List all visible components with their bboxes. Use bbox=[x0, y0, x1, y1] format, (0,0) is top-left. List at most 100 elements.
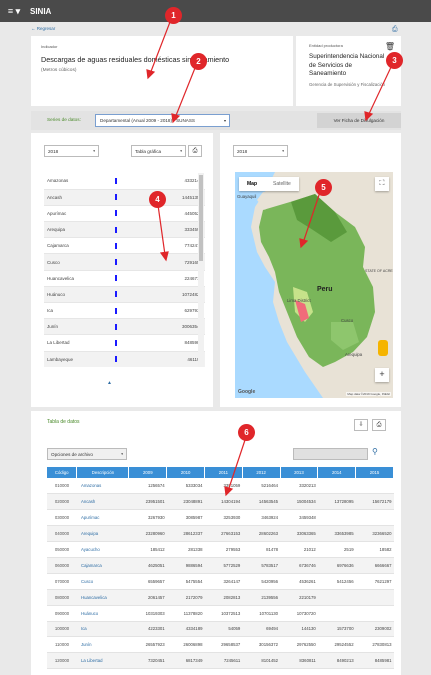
fullscreen-icon[interactable]: ⛶ bbox=[375, 177, 389, 191]
series-selected-text: Departamental (Anual 2009 - 2018) - SUNA… bbox=[100, 118, 195, 123]
cell-description[interactable]: Ayacucho bbox=[76, 541, 129, 558]
scrollbar[interactable] bbox=[198, 173, 204, 367]
column-header[interactable]: Descripción bbox=[76, 467, 130, 478]
cell-value: 23048891 bbox=[166, 493, 205, 511]
dept-name: Huancavelica bbox=[44, 270, 112, 287]
dept-row[interactable]: Arequipa 3334596 bbox=[44, 221, 205, 239]
dept-row[interactable]: Ancash 14451351 bbox=[44, 189, 205, 206]
column-header[interactable]: 2011 bbox=[204, 467, 243, 478]
cell-description[interactable]: Cusco bbox=[76, 573, 129, 590]
cell-value: 10319303 bbox=[128, 605, 167, 622]
dept-bar bbox=[115, 242, 117, 249]
scroll-up-icon[interactable]: ▲ bbox=[107, 380, 112, 386]
table-row: 040000 Arequipa 23280960 28612337 27663153 28… bbox=[47, 525, 394, 543]
map-canvas[interactable] bbox=[235, 172, 393, 398]
dept-row[interactable]: Apurímac 4450526 bbox=[44, 205, 205, 223]
cell-description[interactable]: Arequipa bbox=[76, 525, 129, 543]
print-button-table[interactable]: ⎙ bbox=[372, 419, 386, 431]
cell-code: 070000 bbox=[47, 573, 77, 590]
cell-value: 5783517 bbox=[242, 557, 281, 574]
year-select[interactable]: 2018 ▾ bbox=[44, 145, 99, 157]
cell-value: 185412 bbox=[128, 541, 167, 558]
dept-row[interactable]: Amazonas 4332143 bbox=[44, 173, 205, 190]
cell-value: 2210179 bbox=[280, 589, 318, 606]
column-header[interactable]: 2009 bbox=[128, 467, 168, 478]
tab-satellite[interactable]: Satellite bbox=[265, 177, 299, 191]
dept-bar-cell bbox=[112, 318, 152, 336]
cell-value: 5475554 bbox=[166, 573, 205, 590]
tab-map[interactable]: Map bbox=[239, 177, 265, 191]
app-title: SINIA bbox=[30, 6, 52, 16]
file-options-select[interactable]: Opciones de archivo ▾ bbox=[47, 448, 127, 460]
cell-description[interactable]: Junín bbox=[76, 636, 129, 654]
trash-icon[interactable]: 🗑 bbox=[385, 42, 395, 51]
cell-value: 23280960 bbox=[128, 525, 167, 543]
print-button[interactable]: ⎙ bbox=[188, 145, 202, 157]
print-icon[interactable]: ⎙ bbox=[392, 26, 398, 34]
cell-value: 5412456 bbox=[317, 573, 356, 590]
series-select[interactable]: Departamental (Anual 2009 - 2018) - SUNA… bbox=[95, 114, 230, 127]
view-select[interactable]: Tabla gráfica ▾ bbox=[131, 145, 186, 157]
dept-bar bbox=[115, 356, 117, 363]
dept-row[interactable]: Ica 6297930 bbox=[44, 302, 205, 320]
indicator-card: Indicador Descargas de aguas residuales … bbox=[31, 36, 293, 106]
marker-6: 6 bbox=[238, 424, 255, 441]
column-header[interactable]: 2014 bbox=[317, 467, 357, 478]
dept-name: Huánuco bbox=[44, 286, 112, 304]
cell-description[interactable]: La Libertad bbox=[76, 652, 129, 670]
map-view[interactable]: Map Satellite ⛶ Guayaquil Peru Lima Dist… bbox=[235, 172, 393, 398]
cell-value: 54059 bbox=[204, 621, 243, 638]
cell-description[interactable]: Apurímac bbox=[76, 509, 129, 527]
dept-row[interactable]: Junín 30063548 bbox=[44, 318, 205, 336]
cell-value: 2172079 bbox=[166, 589, 205, 606]
table-search-input[interactable] bbox=[293, 448, 368, 460]
cell-description[interactable]: Huánuco bbox=[76, 605, 129, 622]
dept-bar-cell bbox=[112, 205, 152, 223]
cell-description[interactable]: Amazonas bbox=[76, 478, 129, 495]
dept-table-wrap: Amazonas 4332143 Ancash 14451351 Apurímac 445… bbox=[44, 173, 205, 367]
dept-row[interactable]: Cusco 7291657 bbox=[44, 253, 205, 271]
cell-value: 3459348 bbox=[280, 509, 318, 527]
cell-value: 18582 bbox=[355, 541, 394, 558]
dept-row[interactable]: Lambayeque 461193 bbox=[44, 351, 205, 367]
dept-bar bbox=[115, 275, 117, 282]
cell-code: 030000 bbox=[47, 509, 77, 527]
dept-bar bbox=[115, 323, 117, 330]
dept-row[interactable]: Cajamarca 7742474 bbox=[44, 237, 205, 255]
cell-value: 26557923 bbox=[128, 636, 167, 654]
ficha-button[interactable]: Ver Ficha de Divulgación bbox=[317, 113, 401, 128]
cell-description[interactable]: Ancash bbox=[76, 493, 129, 511]
cell-value: 6817349 bbox=[166, 652, 205, 670]
scrollbar-thumb[interactable] bbox=[199, 175, 203, 261]
map-attribution: Map data ©2019 Google, INEGI bbox=[346, 392, 391, 396]
back-link[interactable]: ← Regresar bbox=[31, 26, 55, 31]
dept-bar bbox=[115, 339, 117, 346]
column-header[interactable]: 2015 bbox=[355, 467, 394, 478]
dept-row[interactable]: La Libertad 8485981 bbox=[44, 334, 205, 352]
column-header[interactable]: 2013 bbox=[280, 467, 319, 478]
cell-value: 279553 bbox=[204, 541, 243, 558]
search-icon[interactable]: ⚲ bbox=[372, 447, 378, 456]
dept-bar-cell bbox=[112, 253, 152, 271]
cell-value: 14304194 bbox=[204, 493, 243, 511]
zoom-in-button[interactable]: + bbox=[375, 368, 389, 382]
cell-description[interactable]: Ica bbox=[76, 621, 129, 638]
dept-row[interactable]: Huancavelica 2246713 bbox=[44, 270, 205, 287]
pegman-icon[interactable] bbox=[378, 340, 388, 356]
hamburger-icon[interactable]: ≡ ▾ bbox=[0, 6, 28, 17]
cell-code: 020000 bbox=[47, 493, 77, 511]
cell-description[interactable]: Cajamarca bbox=[76, 557, 129, 574]
download-button[interactable]: ⇩ bbox=[354, 419, 368, 431]
column-header[interactable]: 2012 bbox=[242, 467, 281, 478]
cell-value: 2519 bbox=[317, 541, 356, 558]
cell-value: 28602263 bbox=[242, 525, 281, 543]
column-header[interactable]: Código bbox=[47, 467, 78, 478]
cell-value: 29524552 bbox=[317, 636, 356, 654]
cell-description[interactable]: Huancavelica bbox=[76, 589, 129, 606]
dept-row[interactable]: Huánuco 10724820 bbox=[44, 286, 205, 304]
cell-value: 281338 bbox=[166, 541, 205, 558]
cell-value: 6559657 bbox=[128, 573, 167, 590]
entity-name: Superintendencia Nacional de Servicios d… bbox=[309, 53, 385, 77]
column-header[interactable]: 2010 bbox=[166, 467, 205, 478]
map-year-select[interactable]: 2018 ▾ bbox=[233, 145, 288, 157]
